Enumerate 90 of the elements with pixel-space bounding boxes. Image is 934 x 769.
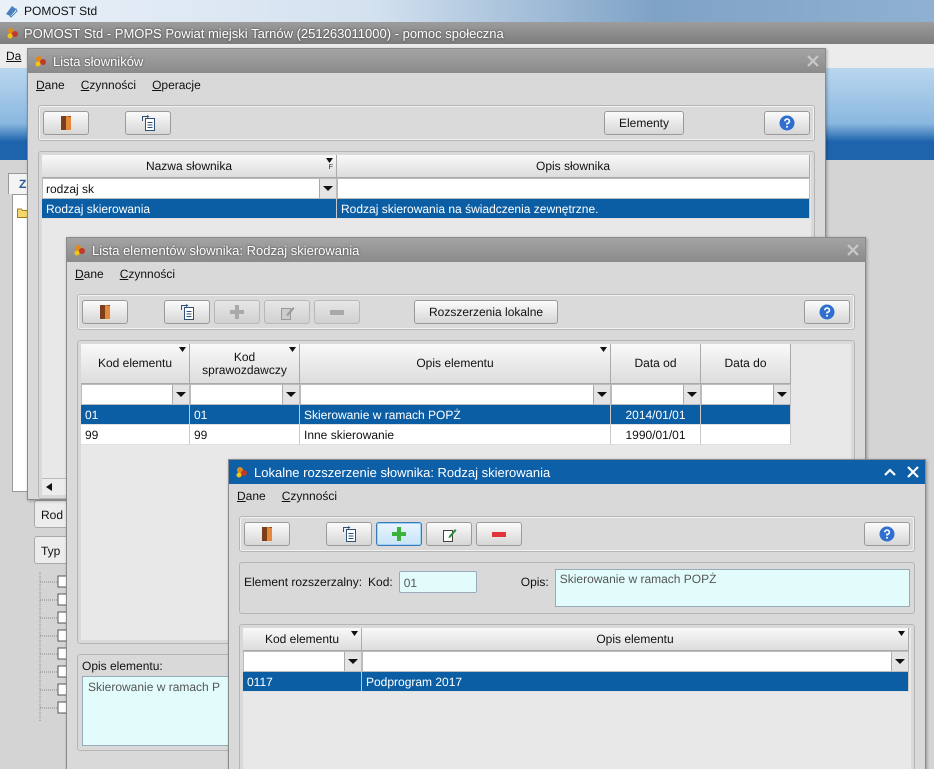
sort-icon — [898, 631, 905, 636]
document-icon — [140, 115, 156, 131]
table-row[interactable]: Rodzaj skierowania Rodzaj skierowania na świadczenia zewnętrzne. — [42, 199, 811, 219]
add-button[interactable] — [376, 522, 422, 546]
document-icon — [180, 304, 194, 320]
table-row[interactable]: 99 99 Inne skierowanie 1990/01/01 — [81, 425, 851, 445]
filter-field[interactable] — [190, 384, 300, 405]
sort-icon — [179, 347, 186, 352]
table-cell: Rodzaj skierowania — [42, 199, 337, 219]
filter-field[interactable] — [337, 178, 810, 199]
column-header[interactable]: Opis elementu — [362, 628, 909, 651]
table-cell: Podprogram 2017 — [362, 672, 909, 692]
table-cell: 1990/01/01 — [611, 425, 701, 445]
table-row[interactable]: 0117 Podprogram 2017 — [243, 672, 911, 692]
filter-field[interactable] — [81, 384, 190, 405]
app-icon — [6, 26, 20, 40]
sort-icon — [326, 158, 333, 163]
window-title: Lista słowników — [53, 54, 144, 68]
copy-button[interactable] — [326, 522, 372, 546]
table-cell: 99 — [81, 425, 190, 445]
column-header[interactable]: Kod elementu — [243, 628, 362, 651]
table-row[interactable]: 01 01 Skierowanie w ramach POPŻ 2014/01/01 — [81, 405, 851, 425]
app-window-title: POMOST Std - PMOPS Powiat miejski Tarnów (251263011000) - pomoc społeczna — [24, 26, 504, 40]
column-header[interactable]: Kod elementu — [81, 344, 190, 384]
filter-field[interactable] — [611, 384, 701, 405]
dropdown-button[interactable] — [344, 652, 361, 671]
menu-item[interactable]: Dane — [237, 489, 266, 503]
column-header[interactable]: Kod sprawozdawczy — [190, 344, 300, 384]
help-icon — [819, 304, 835, 320]
field-label: Opis elementu: — [82, 659, 163, 673]
os-window-title: POMOST Std — [24, 4, 98, 18]
field-label: Kod: — [368, 574, 393, 591]
folder-icon — [17, 207, 29, 218]
dropdown-button[interactable] — [319, 179, 336, 198]
table-cell: Inne skierowanie — [300, 425, 611, 445]
menu-item[interactable]: Czynności — [282, 489, 338, 503]
filter-field[interactable]: rodzaj sk — [42, 178, 337, 199]
app-icon — [4, 4, 18, 18]
sort-icon — [600, 347, 607, 352]
column-header[interactable]: Data od — [611, 344, 701, 384]
pencil-icon — [280, 304, 294, 320]
app-icon — [73, 243, 87, 257]
description-field[interactable]: Skierowanie w ramach POPŻ — [554, 569, 910, 607]
dropdown-button[interactable] — [891, 652, 908, 671]
pencil-icon — [442, 526, 456, 542]
filter-field[interactable] — [362, 651, 909, 672]
column-header[interactable]: Data do — [701, 344, 791, 384]
minus-icon — [330, 310, 344, 314]
app-icon — [34, 54, 48, 68]
remove-button[interactable] — [476, 522, 522, 546]
dropdown-button[interactable] — [593, 385, 610, 404]
dropdown-button[interactable] — [172, 385, 189, 404]
table-cell: Rodzaj skierowania na świadczenia zewnętrzne. — [337, 199, 810, 219]
edit-button[interactable] — [426, 522, 472, 546]
filter-field[interactable] — [300, 384, 611, 405]
menu-item[interactable]: Da — [6, 49, 22, 63]
column-header[interactable]: Opis słownika — [337, 155, 810, 178]
door-icon — [261, 526, 273, 542]
filter-field[interactable] — [701, 384, 791, 405]
field-label: Opis: — [520, 574, 549, 591]
table-cell: 0117 — [243, 672, 362, 692]
sort-icon — [289, 347, 296, 352]
help-icon — [879, 526, 895, 542]
code-field[interactable]: 01 — [398, 571, 477, 593]
window-title: Lista elementów słownika: Rodzaj skierowania — [92, 242, 360, 258]
table-cell: 01 — [81, 405, 190, 425]
table-cell: 2014/01/01 — [611, 405, 701, 425]
field-label: Element rozszerzalny: — [244, 574, 362, 591]
dropdown-button[interactable] — [773, 385, 790, 404]
dropdown-button[interactable] — [683, 385, 700, 404]
column-header[interactable]: Opis elementu — [300, 344, 611, 384]
sort-icon — [351, 631, 358, 636]
plus-icon — [392, 527, 406, 541]
door-icon — [60, 115, 72, 131]
filter-field[interactable] — [243, 651, 362, 672]
table-cell: 99 — [190, 425, 300, 445]
document-icon — [342, 526, 356, 542]
help-button[interactable] — [864, 522, 910, 546]
plus-icon — [230, 305, 244, 319]
exit-button[interactable] — [244, 522, 290, 546]
window-title: Lokalne rozszerzenie słownika: Rodzaj skierowania — [254, 464, 552, 480]
table-cell: 01 — [190, 405, 300, 425]
door-icon — [99, 304, 111, 320]
help-icon — [779, 115, 795, 131]
app-icon — [235, 465, 249, 479]
minus-icon — [492, 532, 506, 536]
table-cell: Skierowanie w ramach POPŻ — [300, 405, 611, 425]
dropdown-button[interactable] — [282, 385, 299, 404]
collapse-icon[interactable] — [884, 467, 896, 477]
scroll-left-icon[interactable] — [46, 483, 52, 491]
